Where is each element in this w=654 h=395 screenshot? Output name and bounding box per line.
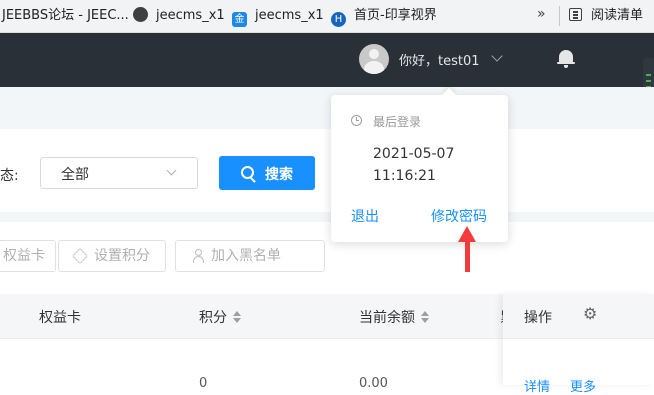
benefit-card-label: 权益卡 [3, 248, 45, 264]
avatar[interactable] [359, 44, 389, 74]
sort-icon[interactable] [421, 311, 429, 323]
column-benefit-card: 权益卡 [39, 310, 81, 326]
search-button[interactable]: 搜索 [219, 156, 315, 190]
status-select-value: 全部 [61, 167, 89, 183]
search-button-label: 搜索 [265, 167, 293, 183]
sub-header-band [0, 87, 654, 129]
logout-link[interactable]: 退出 [351, 206, 379, 226]
bookmark-label: 首页-印享视界 [354, 8, 437, 23]
set-points-button[interactable]: 设置积分 [58, 240, 166, 272]
chevron-down-icon [166, 165, 177, 176]
column-points[interactable]: 积分 [199, 307, 241, 327]
bookmark-label: jeecms_x1 [156, 8, 225, 23]
bookmark-label: JEEBBS论坛 - JEEC... [2, 8, 129, 23]
app-header [0, 33, 654, 87]
details-link[interactable]: 详情 [524, 376, 550, 395]
bookmarks-overflow-button[interactable]: » [537, 6, 546, 22]
reading-list-icon [569, 8, 582, 21]
operations-column: 操作 ⚙ [503, 294, 654, 385]
points-cell: 0 [199, 376, 208, 391]
search-icon [241, 166, 254, 179]
gear-icon[interactable]: ⚙ [583, 306, 599, 322]
user-dropdown-popover: 最后登录 2021-05-07 11:16:21 退出 修改密码 [331, 95, 508, 242]
bookmark-jeecms-1[interactable]: jeecms_x1 [133, 7, 225, 25]
set-points-label: 设置积分 [94, 248, 150, 264]
bookmark-label: jeecms_x1 [255, 8, 324, 23]
annotation-arrow [465, 238, 470, 272]
balance-cell: 0.00 [359, 376, 388, 391]
section-divider [0, 212, 654, 222]
status-filter-label: 态: [0, 168, 19, 184]
sort-icon[interactable] [233, 311, 241, 323]
last-login-date: 2021-05-07 [373, 146, 455, 162]
reading-list-label: 阅读清单 [591, 8, 644, 23]
column-balance[interactable]: 当前余额 [359, 307, 429, 327]
bookmark-home[interactable]: H 首页-印享视界 [331, 7, 437, 27]
user-icon [192, 249, 206, 263]
benefit-card-button[interactable]: 权益卡 [0, 240, 56, 272]
last-login-title: 最后登录 [373, 115, 422, 129]
last-login-time: 11:16:21 [373, 168, 436, 184]
clock-icon [351, 115, 362, 126]
change-password-link[interactable]: 修改密码 [431, 206, 487, 226]
jin-icon: 金 [232, 12, 247, 27]
status-select[interactable]: 全部 [40, 157, 198, 189]
reading-list-button[interactable]: 阅读清单 [569, 7, 643, 25]
globe-icon [133, 7, 148, 22]
bookmarks-divider [559, 6, 560, 26]
add-blacklist-label: 加入黑名单 [211, 248, 281, 264]
bookmarks-bar: JEEBBS论坛 - JEEC... jeecms_x1 金 jeecms_x1 … [0, 0, 654, 33]
h-icon: H [331, 12, 346, 27]
user-greeting[interactable]: 你好，test01 [399, 50, 480, 69]
diamond-icon [72, 248, 88, 264]
more-link[interactable]: 更多 [570, 376, 596, 395]
add-blacklist-button[interactable]: 加入黑名单 [175, 240, 325, 272]
column-operations: 操作 [524, 310, 552, 326]
bookmark-jeecms-2[interactable]: 金 jeecms_x1 [232, 7, 324, 27]
bookmark-jeebbs[interactable]: JEEBBS论坛 - JEEC... [2, 7, 129, 25]
bell-icon[interactable] [557, 48, 575, 68]
